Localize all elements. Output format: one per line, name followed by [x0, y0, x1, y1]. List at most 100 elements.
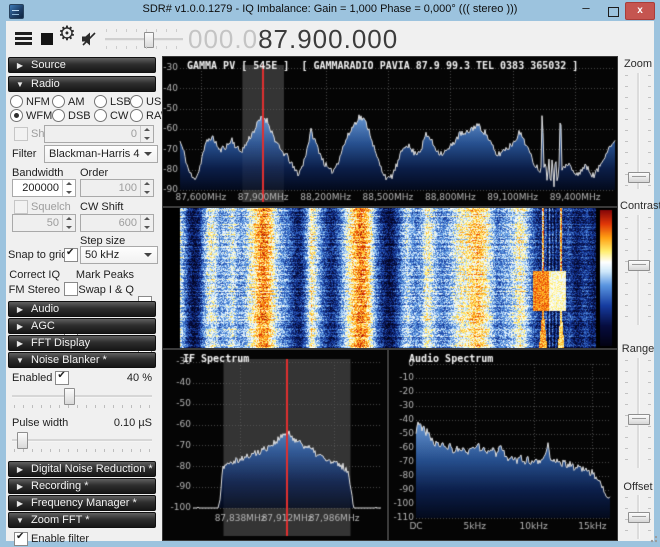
- radio-button[interactable]: [94, 109, 107, 122]
- contrast-slider-label: Contrast: [620, 200, 656, 212]
- waterfall-display[interactable]: [162, 207, 618, 349]
- order-label: Order: [80, 167, 108, 179]
- radio-button[interactable]: [10, 95, 23, 108]
- chevron-right-icon: ▶: [9, 339, 31, 348]
- range-slider-thumb[interactable]: [628, 414, 650, 425]
- radio-button[interactable]: [52, 109, 65, 122]
- spinner-arrows-icon[interactable]: [62, 180, 75, 196]
- offset-slider-thumb[interactable]: [628, 512, 650, 523]
- pulse-width-slider[interactable]: [12, 432, 152, 448]
- chevron-right-icon: ▶: [9, 322, 31, 331]
- contrast-slider[interactable]: [625, 215, 651, 325]
- volume-ticks: [106, 46, 182, 49]
- main-spectrum-display[interactable]: [162, 56, 618, 207]
- mode-lsb[interactable]: LSB: [94, 95, 131, 108]
- panel-header-recording[interactable]: ▶ Recording *: [8, 478, 156, 494]
- pulse-width-label: Pulse width: [12, 417, 68, 429]
- title-bar[interactable]: SDR# v1.0.0.1279 - IQ Imbalance: Gain = …: [0, 0, 660, 21]
- nb-level-value: 40 %: [98, 372, 152, 384]
- range-slider[interactable]: [625, 358, 651, 468]
- settings-gear-icon[interactable]: ⚙: [58, 24, 76, 44]
- radio-button[interactable]: [130, 109, 143, 122]
- radio-button[interactable]: [10, 109, 23, 122]
- panel-header-noise-blanker[interactable]: ▼ Noise Blanker *: [8, 352, 156, 368]
- step-size-dropdown[interactable]: 50 kHz: [80, 246, 158, 264]
- spinner-arrows-icon[interactable]: [62, 215, 75, 231]
- chevron-down-icon: ▼: [9, 356, 31, 365]
- bandwidth-label: Bandwidth: [12, 167, 63, 179]
- chevron-right-icon: ▶: [9, 305, 31, 314]
- mark-peaks-label: Mark Peaks: [74, 269, 134, 281]
- frequency-display[interactable]: 000.087.900.000: [188, 24, 398, 55]
- bandwidth-spinner[interactable]: 200000: [12, 179, 76, 197]
- panel-header-fft-display[interactable]: ▶ FFT Display: [8, 335, 156, 351]
- zoom-slider-thumb[interactable]: [628, 172, 650, 183]
- sidebar: ▶ Source ▼ Radio NFM AM LSB USB WFM DSB …: [8, 57, 158, 540]
- order-spinner[interactable]: 100: [80, 179, 154, 197]
- mode-dsb[interactable]: DSB: [52, 109, 91, 122]
- spinner-arrows-icon[interactable]: [140, 215, 153, 231]
- panel-header-audio[interactable]: ▶ Audio: [8, 301, 156, 317]
- panel-header-source[interactable]: ▶ Source: [8, 57, 156, 73]
- spinner-arrows-icon[interactable]: [140, 126, 153, 142]
- range-slider-label: Range: [620, 343, 656, 355]
- nb-level-slider[interactable]: [12, 388, 152, 404]
- panel-header-dnr[interactable]: ▶ Digital Noise Reduction *: [8, 461, 156, 477]
- mode-cw[interactable]: CW: [94, 109, 128, 122]
- cw-shift-spinner[interactable]: 600: [80, 214, 154, 232]
- chevron-down-icon: ▼: [9, 516, 31, 525]
- panel-header-frequency-manager[interactable]: ▶ Frequency Manager *: [8, 495, 156, 511]
- window-title: SDR# v1.0.0.1279 - IQ Imbalance: Gain = …: [0, 3, 660, 15]
- chevron-right-icon: ▶: [9, 499, 31, 508]
- dropdown-arrow-icon: [144, 152, 152, 156]
- filter-label: Filter: [12, 148, 36, 160]
- squelch-checkbox-row[interactable]: Squelch: [14, 200, 71, 214]
- mute-speaker-icon[interactable]: [81, 31, 97, 47]
- frequency-value: 87.900.000: [258, 24, 398, 54]
- if-spectrum-display[interactable]: [162, 349, 388, 541]
- enable-filter-row[interactable]: Enable filter: [14, 532, 89, 546]
- enable-filter-checkbox[interactable]: [14, 532, 28, 546]
- offset-slider[interactable]: [625, 495, 651, 539]
- panel-header-radio[interactable]: ▼ Radio: [8, 76, 156, 92]
- offset-slider-label: Offset: [620, 481, 656, 493]
- pulse-width-slider-thumb[interactable]: [17, 432, 28, 449]
- volume-slider[interactable]: [105, 38, 183, 41]
- radio-button[interactable]: [94, 95, 107, 108]
- mode-wfm[interactable]: WFM: [10, 109, 52, 122]
- shift-checkbox[interactable]: [14, 127, 28, 141]
- squelch-spinner[interactable]: 50: [12, 214, 76, 232]
- radio-button[interactable]: [130, 95, 143, 108]
- frequency-leading-zeros: 000.0: [188, 24, 258, 54]
- zoom-slider-label: Zoom: [620, 58, 656, 70]
- squelch-checkbox[interactable]: [14, 200, 28, 214]
- resize-grip[interactable]: [649, 536, 657, 544]
- snap-to-grid-label: Snap to grid: [8, 249, 60, 261]
- swap-iq-label: Swap I & Q: [74, 284, 134, 296]
- cw-shift-label: CW Shift: [80, 201, 123, 213]
- dropdown-arrow-icon: [144, 253, 152, 257]
- minimize-button[interactable]: –: [575, 2, 597, 19]
- contrast-slider-thumb[interactable]: [628, 260, 650, 271]
- snap-to-grid-checkbox[interactable]: [64, 248, 78, 262]
- stop-icon[interactable]: [41, 33, 53, 45]
- close-button[interactable]: x: [625, 2, 655, 20]
- radio-button[interactable]: [52, 95, 65, 108]
- audio-spectrum-display[interactable]: [388, 349, 618, 541]
- nb-enabled-row[interactable]: Enabled: [12, 371, 69, 385]
- pulse-width-value: 0.10 µS: [98, 417, 152, 429]
- chevron-down-icon: ▼: [9, 80, 31, 89]
- nb-level-slider-thumb[interactable]: [64, 388, 75, 405]
- nb-enabled-checkbox[interactable]: [55, 371, 69, 385]
- mode-am[interactable]: AM: [52, 95, 85, 108]
- zoom-slider[interactable]: [625, 73, 651, 189]
- filter-dropdown[interactable]: Blackman-Harris 4: [44, 145, 158, 163]
- mode-nfm[interactable]: NFM: [10, 95, 50, 108]
- spinner-arrows-icon[interactable]: [140, 180, 153, 196]
- panel-header-zoom-fft[interactable]: ▼ Zoom FFT *: [8, 512, 156, 528]
- menu-icon[interactable]: [15, 32, 32, 45]
- shift-spinner[interactable]: 0: [44, 125, 154, 143]
- display-controls-rail: Zoom Contrast Range Offset: [620, 57, 656, 540]
- maximize-button[interactable]: [602, 2, 624, 19]
- panel-header-agc[interactable]: ▶ AGC: [8, 318, 156, 334]
